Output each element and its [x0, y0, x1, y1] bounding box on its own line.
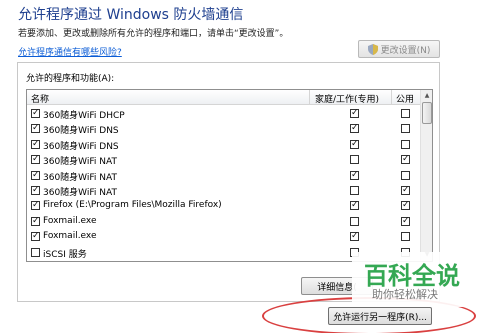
shield-icon [367, 43, 378, 55]
program-row[interactable]: Foxmail.exe [27, 214, 421, 229]
list-header: 名称 家庭/工作(专用) 公用 [27, 90, 421, 105]
program-row[interactable]: 360随身WiFi DNS [27, 137, 421, 152]
home-work-checkbox[interactable] [350, 122, 359, 134]
program-enabled-checkbox[interactable] [31, 122, 40, 134]
program-enabled-checkbox[interactable] [31, 199, 40, 211]
program-enabled-checkbox[interactable] [31, 138, 40, 150]
program-enabled-checkbox[interactable] [31, 169, 40, 181]
program-enabled-checkbox[interactable] [31, 215, 40, 227]
public-checkbox[interactable] [401, 184, 410, 196]
list-scrollbar[interactable]: ▲ ▼ [420, 90, 432, 261]
scrollbar-thumb[interactable] [422, 102, 432, 124]
program-name: 360随身WiFi NAT [43, 187, 117, 198]
public-checkbox[interactable] [401, 153, 410, 165]
home-work-checkbox[interactable] [350, 169, 359, 181]
public-checkbox[interactable] [401, 109, 410, 118]
column-public[interactable]: 公用 [396, 92, 414, 105]
program-name: 360随身WiFi NAT [43, 157, 117, 168]
public-checkbox[interactable] [401, 199, 410, 211]
column-divider [391, 90, 392, 105]
program-name: 360随身WiFi DNS [43, 141, 119, 152]
column-divider [309, 90, 310, 105]
allowed-programs-label: 允许的程序和功能(A): [26, 74, 115, 84]
program-name: 360随身WiFi DHCP [43, 111, 125, 121]
home-work-checkbox[interactable] [350, 230, 359, 242]
program-name: Firefox (E:\Program Files\Mozilla Firefo… [43, 200, 222, 211]
program-enabled-checkbox[interactable] [31, 153, 40, 165]
program-name: 360随身WiFi NAT [43, 172, 117, 183]
program-rows: 360随身WiFi DHCP 360随身WiFi DNS 360随身WiFi DNS… [27, 106, 421, 261]
home-work-checkbox[interactable] [350, 199, 359, 211]
column-home-work[interactable]: 家庭/工作(专用) [315, 92, 379, 105]
program-row[interactable]: Foxmail.exe [27, 229, 421, 244]
public-checkbox[interactable] [401, 232, 410, 242]
program-row[interactable]: 360随身WiFi NAT [27, 152, 421, 167]
public-checkbox[interactable] [401, 215, 410, 227]
program-enabled-checkbox[interactable] [31, 247, 40, 257]
programs-list[interactable]: 名称 家庭/工作(专用) 公用 360随身WiFi DHCP360随身WiFi … [26, 89, 433, 262]
column-name[interactable]: 名称 [31, 92, 49, 105]
program-enabled-checkbox[interactable] [31, 107, 40, 119]
page-title: 允许程序通过 Windows 防火墙通信 [18, 7, 244, 23]
program-name: iSCSI 服务 [43, 249, 87, 260]
program-name: 360随身WiFi DNS [43, 126, 119, 137]
program-row[interactable]: Firefox (E:\Program Files\Mozilla Firefo… [27, 198, 421, 213]
program-enabled-checkbox[interactable] [31, 230, 40, 242]
public-checkbox[interactable] [401, 139, 410, 149]
public-checkbox[interactable] [401, 124, 410, 134]
change-settings-label: 更改设置(N) [380, 45, 431, 56]
risk-help-link[interactable]: 允许程序通信有哪些风险? [18, 45, 122, 58]
public-checkbox[interactable] [401, 170, 410, 180]
scroll-up-arrow-icon[interactable]: ▲ [422, 91, 432, 101]
change-settings-button[interactable]: 更改设置(N) [358, 40, 440, 58]
program-row[interactable]: 360随身WiFi NAT [27, 183, 421, 198]
home-work-checkbox[interactable] [350, 155, 359, 165]
home-work-checkbox[interactable] [350, 216, 359, 226]
program-row[interactable]: 360随身WiFi DHCP [27, 106, 421, 121]
watermark-logo: 百科全说 助你轻松解决 [352, 252, 470, 307]
home-work-checkbox[interactable] [350, 185, 359, 195]
home-work-checkbox[interactable] [350, 107, 359, 119]
instruction-text: 若要添加、更改或删除所有允许的程序和端口，请单击“更改设置”。 [18, 29, 289, 39]
program-enabled-checkbox[interactable] [31, 184, 40, 196]
home-work-checkbox[interactable] [350, 138, 359, 150]
program-name: Foxmail.exe [43, 215, 97, 226]
program-name: Foxmail.exe [43, 231, 97, 242]
program-row[interactable]: 360随身WiFi NAT [27, 168, 421, 183]
program-row[interactable]: 360随身WiFi DNS [27, 121, 421, 136]
watermark-subtitle: 助你轻松解决 [372, 288, 438, 301]
